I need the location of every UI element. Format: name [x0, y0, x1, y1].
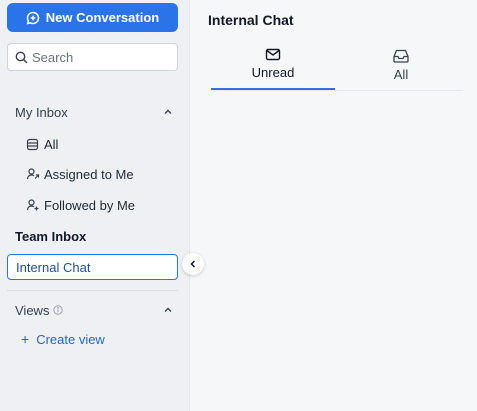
- sidebar-item-label: Internal Chat: [16, 259, 91, 275]
- page-title: Internal Chat: [208, 12, 294, 28]
- sidebar-item-label: Assigned to Me: [44, 166, 134, 182]
- my-inbox-label: My Inbox: [15, 104, 68, 120]
- sidebar-item-label: All: [44, 136, 59, 152]
- my-inbox-header[interactable]: My Inbox: [15, 102, 173, 122]
- sidebar-item-all[interactable]: All: [26, 134, 58, 154]
- envelope-icon: [265, 48, 281, 61]
- sidebar-item-internal-chat[interactable]: Internal Chat: [7, 254, 178, 280]
- new-conversation-button[interactable]: New Conversation: [7, 3, 178, 32]
- info-icon[interactable]: [53, 305, 64, 315]
- sidebar: New Conversation My Inbox All: [0, 0, 190, 411]
- user-follow-icon: [26, 198, 40, 212]
- tab-label: All: [393, 66, 409, 82]
- tab-bar: Unread All: [211, 40, 463, 91]
- sidebar-item-followed-by-me[interactable]: Followed by Me: [26, 195, 135, 215]
- tab-unread[interactable]: Unread: [211, 40, 335, 90]
- main-panel: Internal Chat Unread All: [190, 0, 477, 411]
- chevron-up-icon[interactable]: [163, 305, 173, 315]
- search-box[interactable]: [7, 43, 178, 71]
- plus-icon: +: [21, 331, 30, 347]
- sidebar-item-assigned-to-me[interactable]: Assigned to Me: [26, 164, 134, 184]
- new-conversation-label: New Conversation: [45, 10, 160, 25]
- search-icon: [15, 51, 28, 64]
- user-assigned-icon: [26, 167, 40, 181]
- search-input[interactable]: [32, 49, 167, 65]
- sidebar-item-label: Followed by Me: [44, 197, 136, 213]
- views-header[interactable]: Views: [15, 300, 173, 320]
- create-view-button[interactable]: + Create view: [21, 329, 105, 349]
- chevron-up-icon[interactable]: [163, 107, 173, 117]
- divider: [7, 290, 178, 291]
- views-label: Views: [15, 302, 50, 318]
- chevron-left-icon: [188, 259, 198, 269]
- inbox-tray-icon: [393, 49, 409, 63]
- tab-all[interactable]: All: [339, 40, 463, 90]
- tab-label: Unread: [251, 65, 295, 80]
- team-inbox-label: Team Inbox: [15, 229, 87, 244]
- chat-plus-icon: [26, 11, 40, 25]
- create-view-label: Create view: [36, 331, 105, 347]
- collapse-sidebar-button[interactable]: [182, 253, 204, 275]
- list-icon: [26, 138, 40, 151]
